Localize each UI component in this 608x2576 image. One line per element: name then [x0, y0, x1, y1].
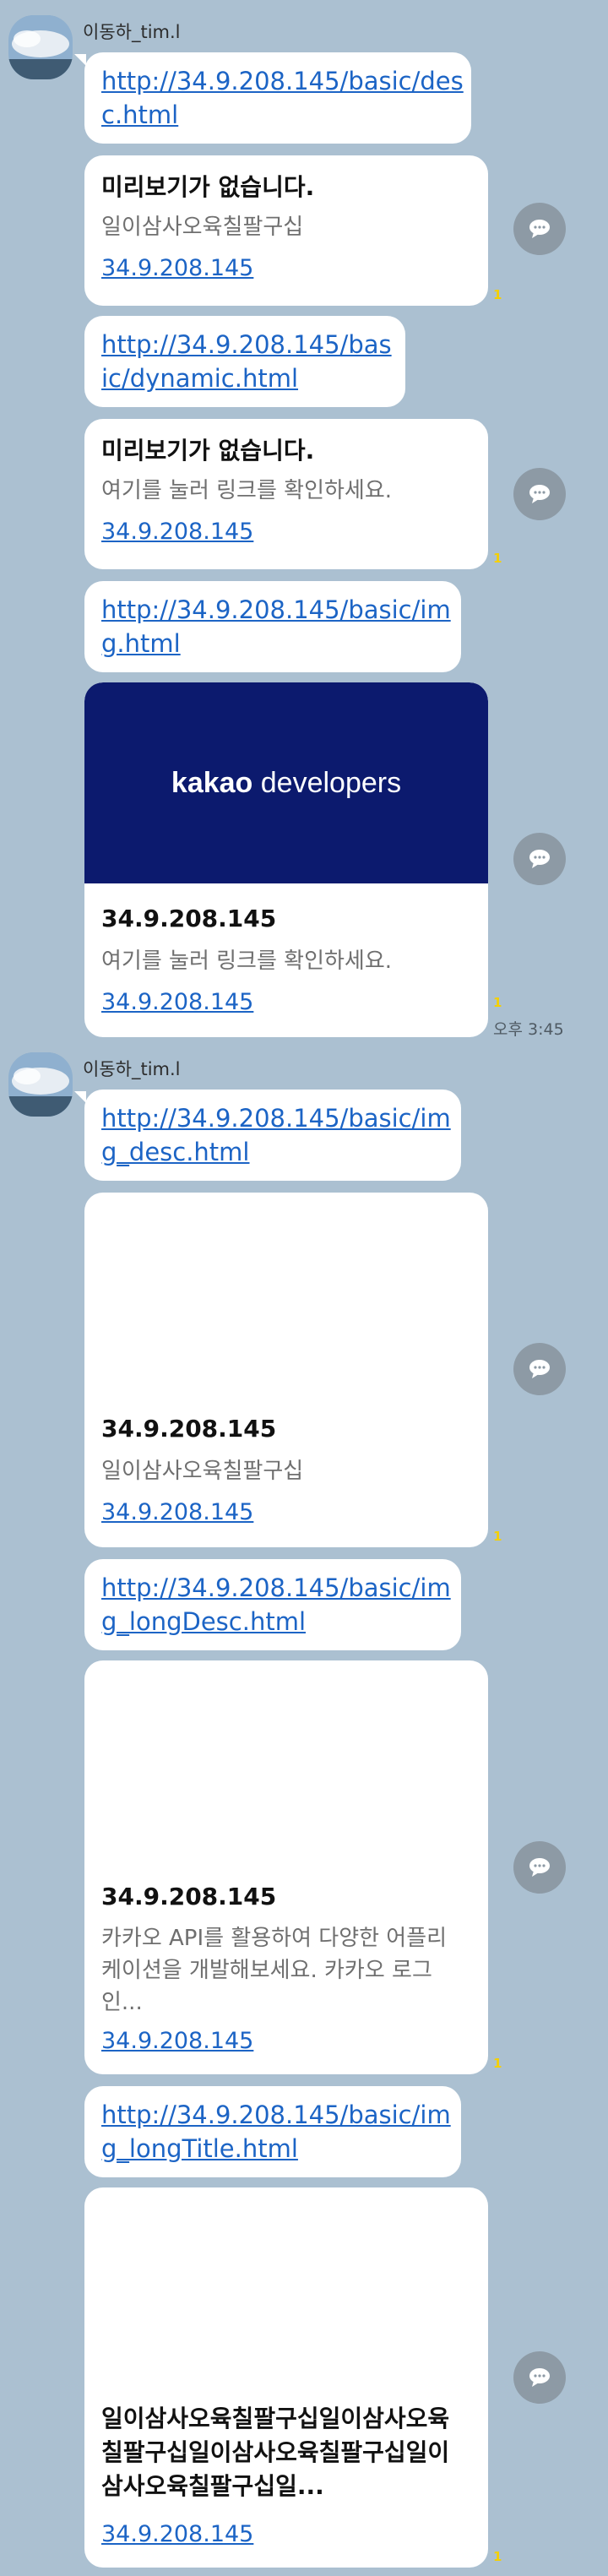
- message-bubble[interactable]: http://34.9.208.145/basic/dynamic.html: [84, 316, 405, 407]
- avatar[interactable]: [8, 15, 73, 79]
- speech-bubble-icon: [529, 485, 550, 503]
- message-bubble[interactable]: http://34.9.208.145/basic/img_longTitle.…: [84, 2086, 461, 2177]
- link-preview-card[interactable]: 미리보기가 없습니다. 여기를 눌러 링크를 확인하세요. 34.9.208.1…: [84, 419, 488, 569]
- card-title: 34.9.208.145: [101, 1415, 277, 1443]
- message-time: 오후 3:45: [493, 1020, 564, 1039]
- unread-count: 1: [493, 1529, 502, 1544]
- share-button[interactable]: [513, 1343, 566, 1395]
- sender-name: 이동하_tim.l: [83, 22, 181, 42]
- card-description: 일이삼사오육칠팔구십: [101, 1459, 304, 1484]
- unread-count: 1: [493, 2056, 502, 2071]
- message-bubble[interactable]: http://34.9.208.145/basic/img_desc.html: [84, 1090, 461, 1181]
- message-bubble[interactable]: http://34.9.208.145/basic/img_longDesc.h…: [84, 1559, 461, 1650]
- unread-count: 1: [493, 2549, 502, 2564]
- card-thumbnail: [84, 1660, 488, 1860]
- card-url[interactable]: 34.9.208.145: [101, 1497, 253, 1529]
- card-description: 여기를 눌러 링크를 확인하세요.: [101, 948, 393, 974]
- message-link[interactable]: http://34.9.208.145/basic/desc.html: [101, 64, 464, 132]
- card-url[interactable]: 34.9.208.145: [101, 2519, 253, 2551]
- share-button[interactable]: [513, 1841, 566, 1894]
- card-thumbnail: kakao developers: [84, 682, 488, 883]
- card-url[interactable]: 34.9.208.145: [101, 986, 253, 1019]
- card-title: 34.9.208.145: [101, 1883, 277, 1910]
- sender-name: 이동하_tim.l: [83, 1059, 181, 1079]
- message-bubble[interactable]: http://34.9.208.145/basic/desc.html: [84, 52, 471, 144]
- link-preview-card[interactable]: 일이삼사오육칠팔구십일이삼사오육칠팔구십일이삼사오육칠팔구십일이삼사오육칠팔구십…: [84, 2187, 488, 2568]
- card-url[interactable]: 34.9.208.145: [101, 516, 253, 548]
- card-description: 일이삼사오육칠팔구십: [101, 215, 304, 240]
- link-preview-card[interactable]: 34.9.208.145 일이삼사오육칠팔구십 34.9.208.145: [84, 1193, 488, 1547]
- card-url[interactable]: 34.9.208.145: [101, 253, 253, 285]
- card-title: 34.9.208.145: [101, 905, 277, 932]
- card-title: 일이삼사오육칠팔구십일이삼사오육칠팔구십일이삼사오육칠팔구십일이삼사오육칠팔구십…: [101, 2405, 450, 2500]
- card-description: 카카오 API를 활용하여 다양한 어플리케이션을 개발해보세요. 카카오 로그…: [101, 1926, 448, 2015]
- message-link[interactable]: http://34.9.208.145/basic/img_desc.html: [101, 1101, 454, 1169]
- link-preview-card[interactable]: 34.9.208.145 카카오 API를 활용하여 다양한 어플리케이션을 개…: [84, 1660, 488, 2074]
- message-link[interactable]: http://34.9.208.145/basic/img.html: [101, 593, 454, 660]
- message-link[interactable]: http://34.9.208.145/basic/dynamic.html: [101, 328, 397, 395]
- share-button[interactable]: [513, 2351, 566, 2404]
- card-thumbnail: [84, 2187, 488, 2399]
- card-title: 미리보기가 없습니다.: [101, 173, 315, 201]
- card-description: 여기를 눌러 링크를 확인하세요.: [101, 478, 393, 503]
- unread-count: 1: [493, 287, 502, 302]
- share-button[interactable]: [513, 203, 566, 255]
- speech-bubble-icon: [529, 850, 550, 868]
- avatar-image: [8, 1052, 73, 1117]
- card-title: 미리보기가 없습니다.: [101, 437, 315, 465]
- bubble-tail: [74, 54, 86, 66]
- link-preview-card[interactable]: kakao developers 34.9.208.145 여기를 눌러 링크를…: [84, 682, 488, 1037]
- card-url[interactable]: 34.9.208.145: [101, 2025, 253, 2057]
- avatar[interactable]: [8, 1052, 73, 1117]
- message-link[interactable]: http://34.9.208.145/basic/img_longDesc.h…: [101, 1571, 454, 1639]
- speech-bubble-icon: [529, 220, 550, 238]
- unread-count: 1: [493, 995, 502, 1010]
- message-link[interactable]: http://34.9.208.145/basic/img_longTitle.…: [101, 2098, 454, 2166]
- link-preview-card[interactable]: 미리보기가 없습니다. 일이삼사오육칠팔구십 34.9.208.145: [84, 155, 488, 306]
- avatar-image: [8, 15, 73, 79]
- kakao-developers-logo: kakao developers: [171, 766, 402, 799]
- share-button[interactable]: [513, 833, 566, 885]
- unread-count: 1: [493, 551, 502, 566]
- bubble-tail: [74, 1091, 86, 1103]
- message-bubble[interactable]: http://34.9.208.145/basic/img.html: [84, 581, 461, 672]
- card-thumbnail: [84, 1193, 488, 1392]
- speech-bubble-icon: [529, 1858, 550, 1877]
- speech-bubble-icon: [529, 2368, 550, 2387]
- speech-bubble-icon: [529, 1360, 550, 1378]
- share-button[interactable]: [513, 468, 566, 520]
